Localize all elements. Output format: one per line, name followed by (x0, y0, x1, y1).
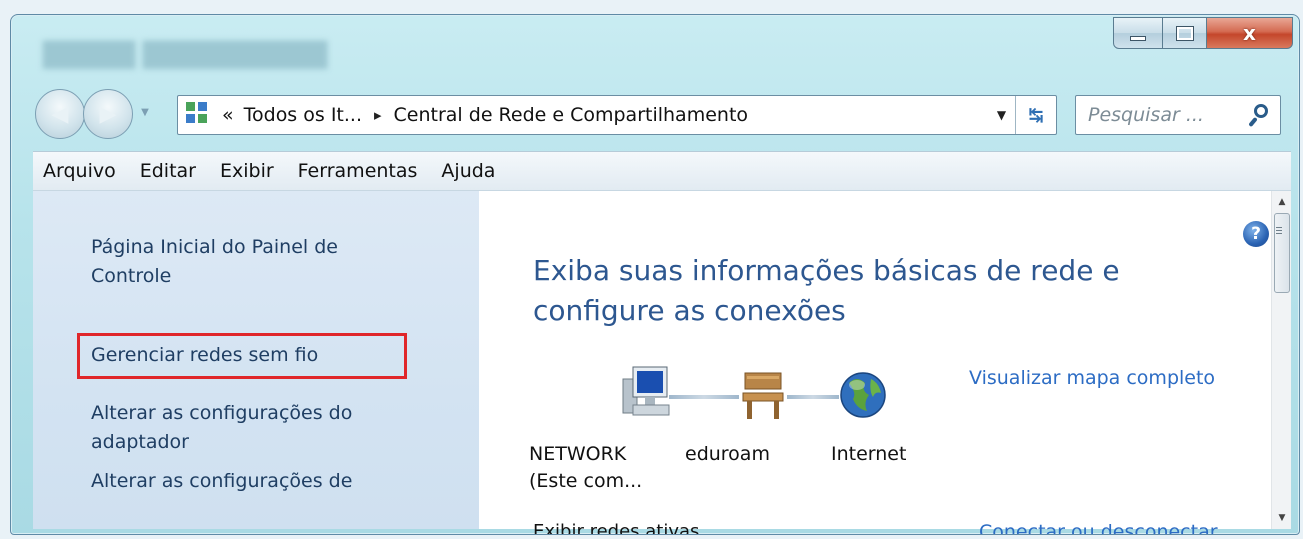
refresh-icon: ↹ (1028, 104, 1044, 126)
task-manage-wireless[interactable]: Gerenciar redes sem fio (91, 341, 411, 370)
recent-pages-dropdown[interactable]: ▼ (137, 107, 153, 123)
minimize-icon (1130, 35, 1146, 41)
breadcrumb: « Todos os It... ▸ Central de Rede e Com… (222, 104, 748, 126)
menu-bar: Arquivo Editar Exibir Ferramentas Ajuda (33, 151, 1291, 191)
menu-exibir[interactable]: Exibir (220, 160, 274, 182)
maximize-icon (1175, 25, 1194, 41)
address-dropdown-button[interactable]: ▼ (988, 96, 1016, 134)
connect-disconnect-link[interactable]: Conectar ou desconectar (979, 521, 1218, 534)
close-icon: x (1243, 21, 1256, 45)
forward-arrow-icon: ▶ (99, 101, 117, 127)
active-networks-label: Exibir redes ativas (533, 521, 700, 535)
computer-icon[interactable] (619, 363, 673, 429)
back-arrow-icon: ◀ (51, 101, 69, 127)
scrollbar-thumb[interactable] (1274, 213, 1290, 293)
forward-button[interactable]: ▶ (83, 89, 133, 139)
menu-ferramentas[interactable]: Ferramentas (298, 160, 418, 182)
bench-icon[interactable] (739, 369, 787, 425)
minimize-button[interactable] (1113, 17, 1163, 49)
breadcrumb-separator-icon[interactable]: ▸ (374, 106, 382, 124)
refresh-button[interactable]: ↹ (1016, 96, 1056, 134)
address-bar[interactable]: « Todos os It... ▸ Central de Rede e Com… (177, 95, 1057, 135)
help-icon[interactable]: ? (1243, 221, 1269, 247)
node-label-network: NETWORK (Este com... (529, 443, 643, 492)
title-bar[interactable]: █████ ██████████ x (11, 15, 1299, 81)
task-control-panel-home[interactable]: Página Inicial do Painel de Controle (91, 233, 411, 291)
window-controls: x (1113, 17, 1293, 49)
search-icon[interactable] (1248, 102, 1274, 128)
main-pane: ? Exiba suas informações básicas de rede… (479, 191, 1291, 534)
scrollbar-grip (1276, 227, 1282, 228)
connection-line (787, 395, 839, 399)
breadcrumb-item-all-items[interactable]: Todos os It... (244, 104, 362, 126)
search-box[interactable]: Pesquisar ... (1075, 95, 1281, 135)
network-map (619, 361, 899, 441)
menu-arquivo[interactable]: Arquivo (43, 160, 116, 182)
scroll-down-icon[interactable]: ▼ (1272, 509, 1292, 527)
breadcrumb-overflow[interactable]: « (222, 104, 234, 126)
back-button[interactable]: ◀ (35, 89, 85, 139)
connection-line (669, 395, 739, 399)
maximize-button[interactable] (1163, 17, 1207, 49)
globe-icon[interactable] (837, 361, 893, 431)
page-title: Exiba suas informações básicas de rede e… (533, 254, 1120, 327)
window-title-blurred: █████ ██████████ (43, 41, 328, 69)
task-pane: Página Inicial do Painel de Controle Ger… (33, 191, 479, 529)
network-folder-icon (186, 102, 212, 128)
vertical-scrollbar[interactable]: ▲ ▼ (1271, 191, 1291, 529)
task-change-settings[interactable]: Alterar as configurações de (91, 467, 411, 496)
task-change-adapter-settings[interactable]: Alterar as configurações do adaptador (91, 399, 411, 457)
chevron-down-icon: ▼ (996, 108, 1007, 122)
navigation-bar: ◀ ▶ ▼ « Todos os It... ▸ Central de Rede… (11, 81, 1299, 151)
scroll-up-icon[interactable]: ▲ (1272, 193, 1292, 211)
breadcrumb-item-network-center[interactable]: Central de Rede e Compartilhamento (394, 104, 749, 126)
close-button[interactable]: x (1207, 17, 1293, 49)
view-full-map-link[interactable]: Visualizar mapa completo (969, 367, 1215, 389)
node-label-internet: Internet (831, 443, 907, 465)
content-area: Página Inicial do Painel de Controle Ger… (33, 191, 1291, 534)
menu-ajuda[interactable]: Ajuda (441, 160, 495, 182)
node-label-eduroam: eduroam (685, 443, 770, 465)
explorer-window: █████ ██████████ x ◀ ▶ ▼ « Todos os It..… (10, 14, 1300, 535)
search-input[interactable]: Pesquisar ... (1088, 104, 1248, 126)
menu-editar[interactable]: Editar (140, 160, 196, 182)
